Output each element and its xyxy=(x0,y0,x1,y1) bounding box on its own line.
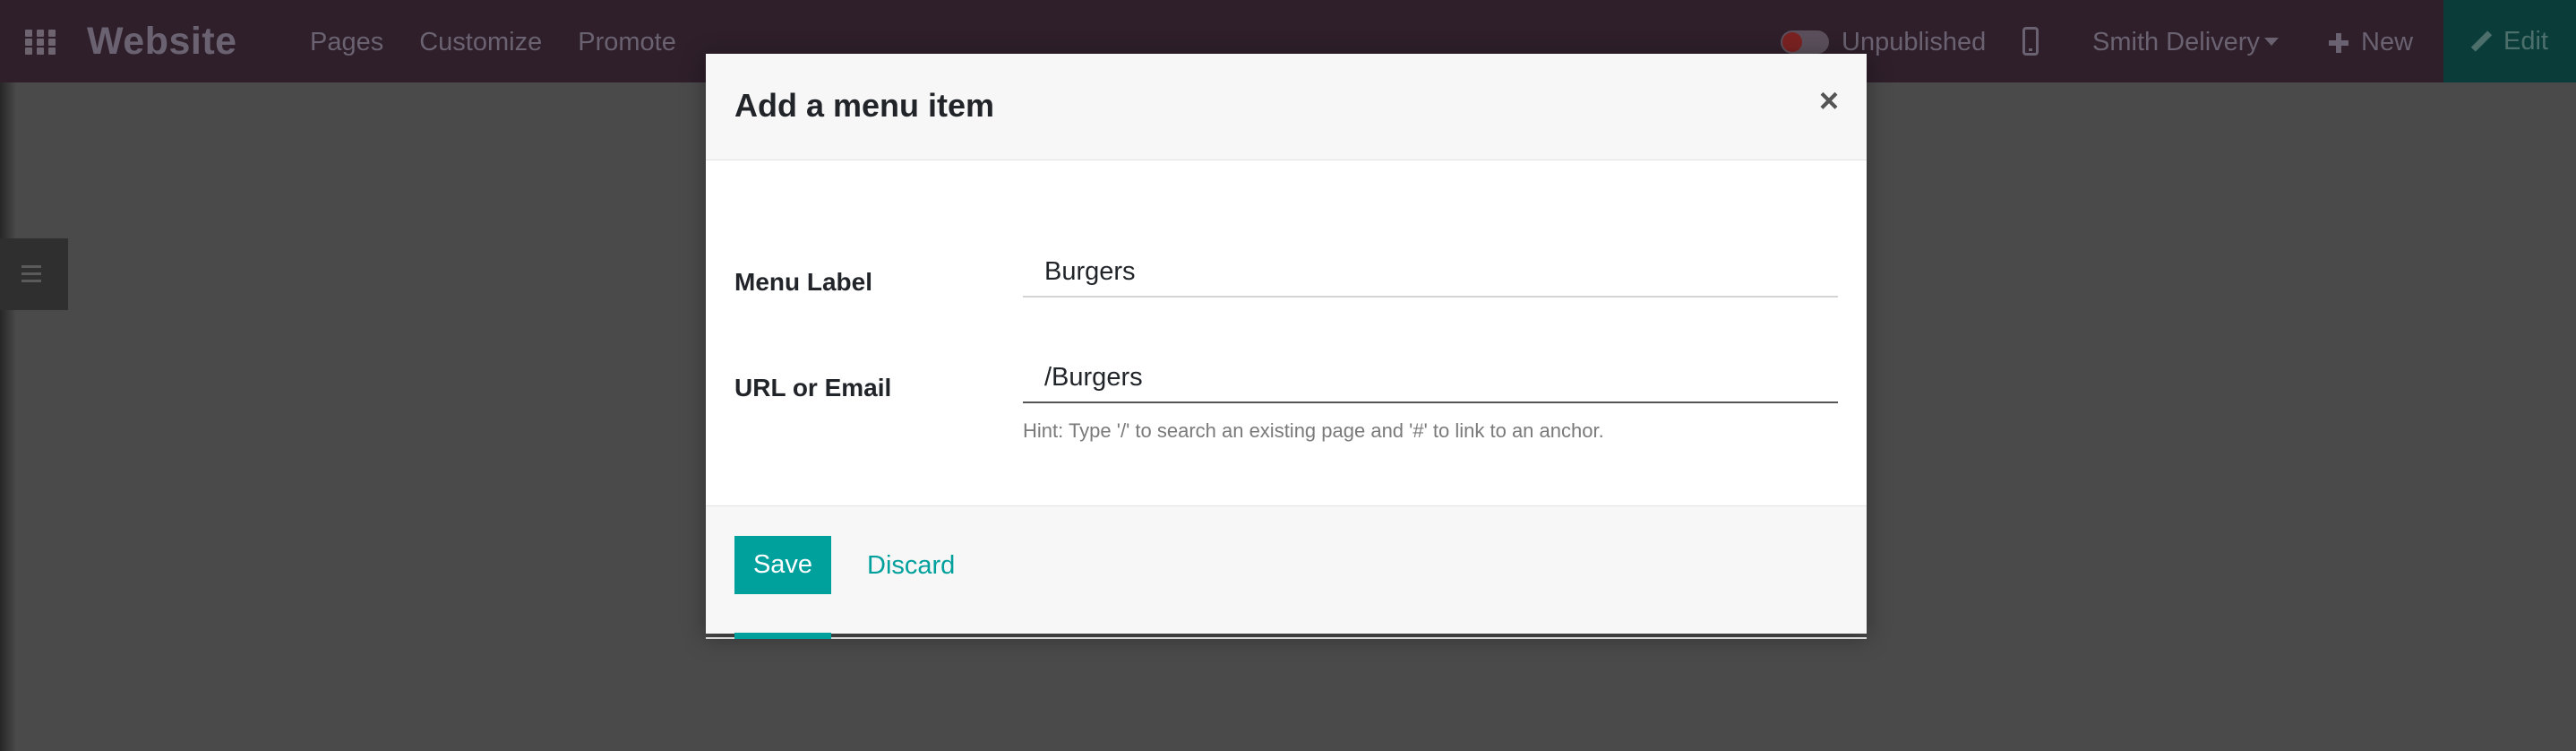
menu-label-input[interactable] xyxy=(1023,247,1838,298)
menu-pages[interactable]: Pages xyxy=(310,28,383,57)
dialog-body: Menu Label URL or Email Hint: Type '/' t… xyxy=(706,160,1867,506)
mobile-preview-icon[interactable] xyxy=(2022,27,2039,56)
new-label: New xyxy=(2361,28,2414,56)
dialog-footer: Save Discard xyxy=(706,506,1867,639)
menu-customize[interactable]: Customize xyxy=(419,28,542,57)
dialog-header: Add a menu item × xyxy=(706,54,1867,160)
apps-grid-icon[interactable] xyxy=(25,30,57,55)
main-menu: Pages Customize Promote xyxy=(310,28,676,57)
footer-divider xyxy=(706,637,1867,639)
backdrop-edge xyxy=(0,82,16,751)
publish-toggle[interactable] xyxy=(1781,30,1829,54)
new-button[interactable]: New xyxy=(2329,28,2413,57)
website-switcher[interactable]: Smith Delivery xyxy=(2092,28,2260,57)
edit-button[interactable]: Edit xyxy=(2443,0,2576,82)
plus-icon xyxy=(2329,32,2348,53)
footer-accent xyxy=(734,633,831,639)
url-hint: Hint: Type '/' to search an existing pag… xyxy=(1023,419,1604,442)
menu-label-label: Menu Label xyxy=(734,268,873,296)
pencil-icon xyxy=(2471,31,2491,51)
discard-button[interactable]: Discard xyxy=(867,551,955,581)
brand-title[interactable]: Website xyxy=(87,20,237,64)
menu-promote[interactable]: Promote xyxy=(578,28,676,57)
add-menu-item-dialog: Add a menu item × Menu Label URL or Emai… xyxy=(706,54,1867,639)
sidebar-toggle[interactable] xyxy=(0,238,68,310)
chevron-down-icon xyxy=(2264,38,2279,46)
edit-label: Edit xyxy=(2503,26,2548,56)
dialog-title: Add a menu item xyxy=(734,87,995,124)
save-button[interactable]: Save xyxy=(734,536,831,594)
url-input[interactable] xyxy=(1023,353,1838,403)
close-icon[interactable]: × xyxy=(1816,84,1842,118)
url-label: URL or Email xyxy=(734,374,892,401)
